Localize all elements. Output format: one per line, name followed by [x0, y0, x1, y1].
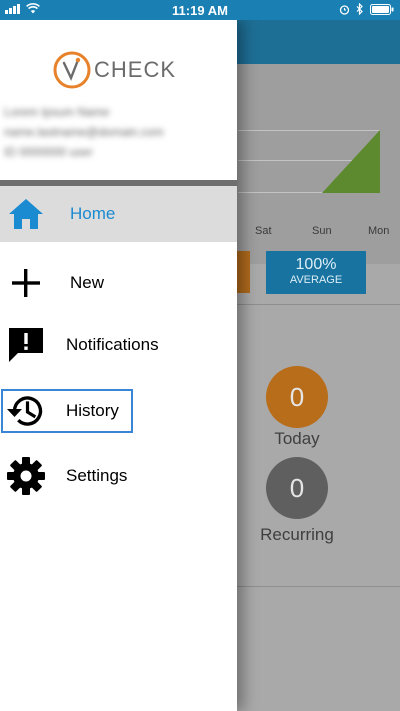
day-label: Mon — [368, 225, 390, 237]
status-bar: 11:19 AM — [0, 0, 400, 20]
recurring-count: 0 — [266, 457, 328, 519]
app-logo: CHECK — [52, 50, 176, 90]
menu-label-settings: Settings — [66, 466, 128, 485]
average-label: AVERAGE — [289, 274, 343, 286]
menu-item-settings[interactable]: Settings — [0, 448, 237, 504]
average-stat: 100% AVERAGE — [266, 251, 366, 294]
menu-item-notifications[interactable]: Notifications — [0, 317, 237, 373]
day-label: Sat — [255, 225, 272, 237]
user-info: Lorem Ipsum Name name.lastname@domain.co… — [4, 102, 229, 162]
today-count: 0 — [266, 366, 328, 428]
recurring-label: Recurring — [260, 525, 334, 544]
bluetooth-icon — [356, 3, 363, 15]
brand-name: CHECK — [94, 57, 177, 82]
menu-label-notifications: Notifications — [66, 335, 159, 354]
home-icon — [4, 192, 48, 236]
alarm-icon — [339, 4, 350, 15]
user-extra: ID 0000000 user — [4, 145, 93, 159]
menu-label-home: Home — [70, 204, 116, 223]
gear-icon — [4, 454, 48, 498]
menu-item-home[interactable]: Home — [0, 186, 237, 242]
user-email: name.lastname@domain.com — [4, 125, 164, 139]
battery-icon — [370, 3, 394, 15]
navigation-drawer: CHECK Lorem Ipsum Name name.lastname@dom… — [0, 20, 237, 711]
plus-icon — [4, 261, 48, 305]
menu-label-new: New — [70, 273, 105, 292]
background-orange-stat — [237, 251, 250, 293]
day-label: Sun — [312, 225, 332, 237]
notifications-icon — [4, 323, 48, 367]
vcheck-logo-icon — [53, 51, 91, 89]
history-focus-highlight — [1, 389, 133, 433]
average-value: 100% — [295, 256, 337, 273]
menu-item-new[interactable]: New — [0, 255, 237, 311]
user-name: Lorem Ipsum Name — [4, 105, 110, 119]
today-label: Today — [274, 429, 320, 448]
